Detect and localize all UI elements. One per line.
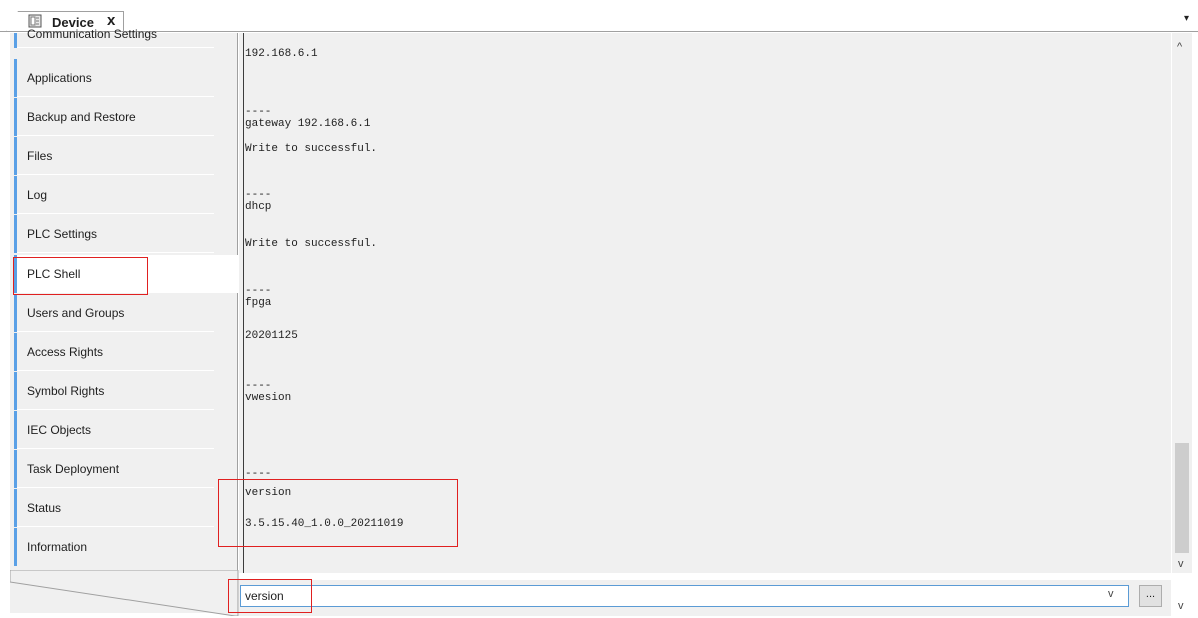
scroll-down-icon[interactable]: v	[1178, 558, 1184, 570]
sidebar-item-applications[interactable]: Applications	[14, 59, 238, 97]
sidebar-item-label: PLC Shell	[27, 267, 81, 281]
scroll-up-icon[interactable]: ^	[1177, 41, 1182, 53]
divider	[17, 526, 214, 527]
sidebar-item-plc-settings[interactable]: PLC Settings	[14, 215, 238, 253]
divider	[17, 409, 214, 410]
output-line: ----	[245, 468, 272, 480]
shell-output-area[interactable]: 192.168.6.1 ---- gateway 192.168.6.1 Wri…	[239, 33, 1171, 573]
sidebar-item-backup-and-restore[interactable]: Backup and Restore	[14, 98, 238, 136]
output-line: 20201125	[245, 330, 298, 342]
output-line: 3.5.15.40_1.0.0_20211019	[245, 518, 404, 530]
divider	[17, 47, 214, 48]
sidebar-item-label: IEC Objects	[27, 423, 92, 437]
divider	[17, 213, 214, 214]
panel-fold-decoration	[10, 570, 239, 616]
divider	[17, 96, 214, 97]
divider	[17, 448, 214, 449]
sidebar-item-label: Access Rights	[27, 345, 104, 359]
more-button[interactable]: ...	[1139, 585, 1162, 607]
sidebar-item-status[interactable]: Status	[14, 489, 238, 527]
sidebar-item-label: Log	[27, 188, 48, 202]
close-icon[interactable]: x	[107, 13, 115, 28]
page-scroll-down-icon[interactable]: v	[1178, 600, 1184, 612]
sidebar-item-label: Users and Groups	[27, 306, 125, 320]
device-sidebar: Communication Settings Applications Back…	[10, 27, 239, 613]
tab-list-dropdown-icon[interactable]: ▾	[1184, 14, 1194, 24]
output-line: ----	[245, 106, 272, 118]
sidebar-item-label: PLC Settings	[27, 227, 98, 241]
sidebar-item-access-rights[interactable]: Access Rights	[14, 333, 238, 371]
divider	[17, 331, 214, 332]
sidebar-item-communication-settings[interactable]: Communication Settings	[14, 27, 238, 48]
sidebar-item-label: Backup and Restore	[27, 110, 136, 124]
sidebar-item-symbol-rights[interactable]: Symbol Rights	[14, 372, 238, 410]
output-line: gateway 192.168.6.1	[245, 118, 371, 130]
sidebar-item-label: Symbol Rights	[27, 384, 105, 398]
output-line: Write to successful.	[245, 238, 378, 250]
output-line: 192.168.6.1	[245, 48, 318, 60]
divider	[17, 252, 214, 253]
sidebar-item-label: Task Deployment	[27, 462, 120, 476]
sidebar-item-label: Communication Settings	[27, 27, 158, 41]
output-line: vwesion	[245, 392, 292, 404]
output-line: version	[245, 487, 292, 499]
editor-tab-bar: Device x ▾	[0, 0, 1198, 32]
chevron-down-icon[interactable]: v	[1108, 588, 1114, 600]
sidebar-item-label: Files	[27, 149, 53, 163]
output-line: ----	[245, 189, 272, 201]
device-icon	[28, 14, 42, 28]
command-input[interactable]	[240, 585, 1129, 607]
divider	[17, 174, 214, 175]
sidebar-item-users-and-groups[interactable]: Users and Groups	[14, 294, 238, 332]
output-scrollbar[interactable]: ^ v	[1172, 33, 1192, 573]
sidebar-item-label: Information	[27, 540, 88, 554]
divider	[17, 487, 214, 488]
tab-divider	[0, 31, 1198, 32]
divider	[17, 135, 214, 136]
scrollbar-thumb[interactable]	[1175, 443, 1189, 553]
sidebar-item-files[interactable]: Files	[14, 137, 238, 175]
output-line: Write to successful.	[245, 143, 378, 155]
sidebar-item-label: Status	[27, 501, 62, 515]
sidebar-item-label: Applications	[27, 71, 92, 85]
divider	[17, 370, 214, 371]
output-line: ----	[245, 285, 272, 297]
sidebar-item-log[interactable]: Log	[14, 176, 238, 214]
output-line: dhcp	[245, 201, 272, 213]
output-line: ----	[245, 380, 272, 392]
output-left-border	[243, 33, 244, 573]
output-line: fpga	[245, 297, 272, 309]
sidebar-item-plc-shell[interactable]: PLC Shell	[14, 255, 239, 293]
sidebar-item-iec-objects[interactable]: IEC Objects	[14, 411, 238, 449]
sidebar-item-task-deployment[interactable]: Task Deployment	[14, 450, 238, 488]
sidebar-item-information[interactable]: Information	[14, 528, 238, 566]
